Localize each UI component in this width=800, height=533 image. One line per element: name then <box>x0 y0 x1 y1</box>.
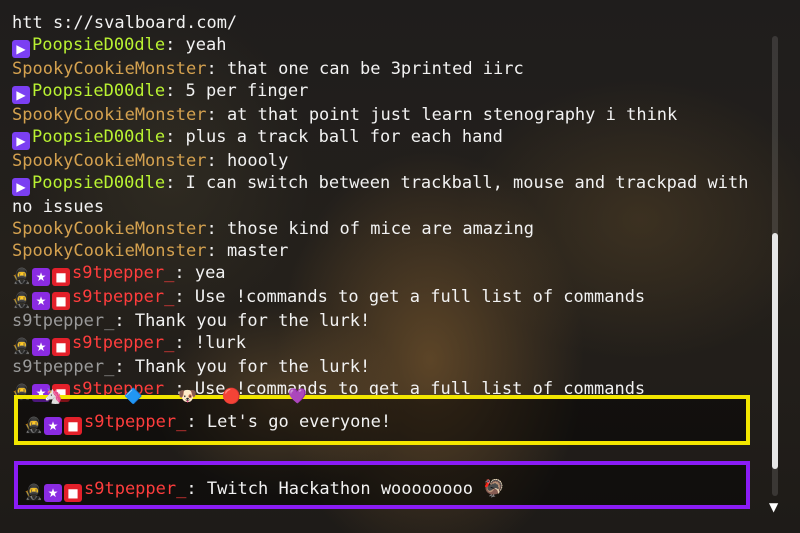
username[interactable]: PoopsieD00dle <box>32 81 165 101</box>
username[interactable]: s9tpepper_ <box>72 333 174 353</box>
message-text: : Use !commands to get a full list of co… <box>174 287 646 307</box>
subscriber-badge-icon: ▶ <box>12 40 30 58</box>
scroll-down-arrow-icon[interactable]: ▼ <box>769 500 778 514</box>
chat-line: ▶ PoopsieD00dle: plus a track ball for ea… <box>12 126 764 150</box>
chat-line: 🥷 ★ ■ s9tpepper_: !lurk <box>12 332 764 356</box>
ninja-badge-icon: 🥷 <box>24 483 43 501</box>
chat-line: ▶ PoopsieD00dle: I can switch between tra… <box>12 172 764 218</box>
username[interactable]: SpookyCookieMonster <box>12 59 206 79</box>
username[interactable]: PoopsieD00dle <box>32 173 165 193</box>
chat-line: s9tpepper_: Thank you for the lurk! <box>12 356 764 378</box>
username[interactable]: s9tpepper_ <box>84 412 186 432</box>
message-text: : at that point just learn stenography i… <box>206 105 678 125</box>
red-circle-emoji-icon: 🔴 <box>222 387 241 405</box>
message-text: : that one can be 3printed iirc <box>206 59 524 79</box>
username[interactable]: SpookyCookieMonster <box>12 151 206 171</box>
ninja-badge-icon: 🥷 <box>12 337 31 355</box>
message-text: : Thank you for the lurk! <box>114 311 371 331</box>
blue-diamond-emoji-icon: 🔷 <box>124 387 143 405</box>
broadcaster-badge-icon: ■ <box>52 338 70 356</box>
star-badge-icon: ★ <box>44 484 62 502</box>
chat-line: SpookyCookieMonster: those kind of mice … <box>12 218 764 240</box>
dog-emoji-icon: 🐶 <box>178 387 197 405</box>
chat-line: SpookyCookieMonster: hoooly <box>12 150 764 172</box>
scrollbar-thumb[interactable] <box>772 233 778 470</box>
chat-line: 🥷 ★ ■ s9tpepper_: yea <box>12 262 764 286</box>
subscriber-badge-icon: ▶ <box>12 178 30 196</box>
message-text: : plus a track ball for each hand <box>165 127 503 147</box>
message-text: htt s://svalboard.com/ <box>12 13 238 33</box>
chat-line: ▶ PoopsieD00dle: 5 per finger <box>12 80 764 104</box>
username[interactable]: s9tpepper_ <box>12 311 114 331</box>
chat-line: s9tpepper_: Thank you for the lurk! <box>12 310 764 332</box>
chat-line: 🥷 ★ ■ s9tpepper_: Use !commands to get a fu… <box>12 286 764 310</box>
broadcaster-badge-icon: ■ <box>64 417 82 435</box>
chat-line: SpookyCookieMonster: at that point just … <box>12 104 764 126</box>
star-badge-icon: ★ <box>32 292 50 310</box>
message-text: : !lurk <box>174 333 247 353</box>
chat-line: 🥷 ★ ■ s9tpepper_: Twitch Hackathon wooooooo… <box>24 478 504 502</box>
broadcaster-badge-icon: ■ <box>64 484 82 502</box>
ninja-badge-icon: 🥷 <box>12 291 31 309</box>
username[interactable]: s9tpepper_ <box>84 479 186 499</box>
chat-log: htt s://svalboard.com/ ▶ PoopsieD00dle: y… <box>12 12 764 402</box>
star-badge-icon: ★ <box>44 417 62 435</box>
chat-line: SpookyCookieMonster: master <box>12 240 764 262</box>
message-text: : master <box>206 241 289 261</box>
chat-line: htt s://svalboard.com/ <box>12 12 764 34</box>
scrollbar-track[interactable] <box>772 36 778 496</box>
turkey-emote-icon: 🦃 <box>483 479 505 499</box>
username[interactable]: PoopsieD00dle <box>32 35 165 55</box>
message-text: : yea <box>174 263 226 283</box>
username[interactable]: SpookyCookieMonster <box>12 241 206 261</box>
broadcaster-badge-icon: ■ <box>52 268 70 286</box>
subscriber-badge-icon: ▶ <box>12 132 30 150</box>
unicorn-emoji-icon: 🦄 <box>44 387 63 405</box>
message-text: : Let's go everyone! <box>186 412 392 432</box>
username[interactable]: s9tpepper_ <box>12 357 114 377</box>
message-text: : those kind of mice are amazing <box>206 219 534 239</box>
message-text: : Twitch Hackathon woooooooo <box>186 479 473 499</box>
star-badge-icon: ★ <box>32 338 50 356</box>
message-text: : hoooly <box>206 151 289 171</box>
chat-line: 🥷 ★ ■ s9tpepper_: Let's go everyone! <box>24 411 391 435</box>
message-text: : yeah <box>165 35 227 55</box>
message-text: : Thank you for the lurk! <box>114 357 371 377</box>
subscriber-badge-icon: ▶ <box>12 86 30 104</box>
chat-line: SpookyCookieMonster: that one can be 3pr… <box>12 58 764 80</box>
message-text: : 5 per finger <box>165 81 309 101</box>
username[interactable]: SpookyCookieMonster <box>12 105 206 125</box>
star-badge-icon: ★ <box>32 268 50 286</box>
highlighted-message-purple: 🥷 ★ ■ s9tpepper_: Twitch Hackathon wooooooo… <box>14 461 750 509</box>
ninja-badge-icon: 🥷 <box>12 267 31 285</box>
ninja-badge-icon: 🥷 <box>24 416 43 434</box>
username[interactable]: SpookyCookieMonster <box>12 219 206 239</box>
broadcaster-badge-icon: ■ <box>52 292 70 310</box>
username[interactable]: s9tpepper_ <box>72 263 174 283</box>
purple-heart-emoji-icon: 💜 <box>288 387 307 405</box>
username[interactable]: PoopsieD00dle <box>32 127 165 147</box>
chat-line: ▶ PoopsieD00dle: yeah <box>12 34 764 58</box>
username[interactable]: s9tpepper_ <box>72 287 174 307</box>
